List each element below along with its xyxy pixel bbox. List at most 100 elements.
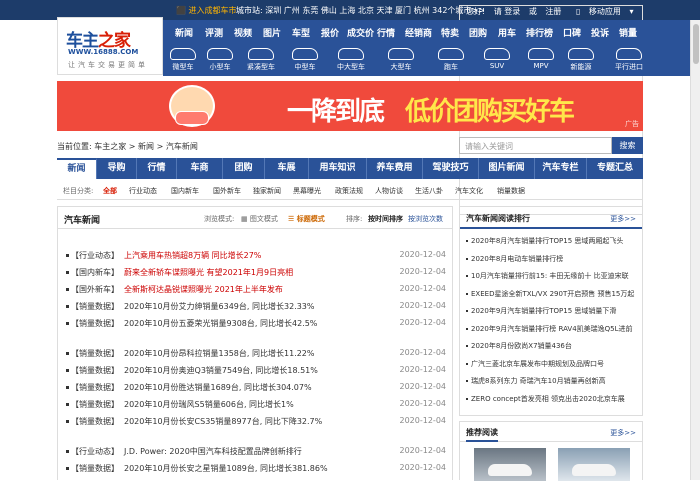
- news-item[interactable]: 【国外新车】 全新斯柯达晶锐谍照曝光 2021年上半年发布 2020-12-04: [66, 283, 446, 297]
- nav-group-buy[interactable]: 团购: [469, 26, 487, 39]
- news-item[interactable]: 【销量数据】 2020年10月份长安CS35销量8977台, 同比下降32.7% 2…: [66, 415, 446, 429]
- news-title-link[interactable]: 2020年10月份奥迪Q3销量7549台, 同比增长18.51%: [124, 365, 318, 376]
- recommend-image-1[interactable]: [474, 448, 546, 481]
- tab-dealers[interactable]: 车商: [177, 158, 223, 179]
- rank-item[interactable]: 2020年8月份欧尚X7销量436台: [466, 341, 638, 353]
- enter-city-link[interactable]: ⬛ 进入成都车市: [176, 5, 237, 16]
- mobile-app-link[interactable]: ▯ 移动应用 ▾: [570, 7, 634, 16]
- tab-topics[interactable]: 专题汇总: [587, 158, 643, 179]
- news-title-link[interactable]: 2020年10月份五菱荣光销量9308台, 同比增长42.5%: [124, 318, 317, 329]
- nav-models[interactable]: 车型: [292, 26, 310, 39]
- news-item[interactable]: 【销量数据】 2020年10月份长安之星销量1089台, 同比增长381.86% 2…: [66, 462, 446, 476]
- news-title-link[interactable]: 2020年10月份昂科拉销量1358台, 同比增长11.22%: [124, 348, 315, 359]
- sort-by-time[interactable]: 按时间排序: [368, 214, 403, 224]
- type-mini[interactable]: 微型车: [165, 48, 201, 72]
- news-item[interactable]: 【行业动态】 J.D. Power: 2020中国汽车科技配置品牌创新排行 2020…: [66, 445, 446, 459]
- rank-item[interactable]: 10月汽车销量排行前15: 丰田无缘前十 比亚迪宋联: [466, 271, 638, 283]
- news-tag[interactable]: 【国内新车】: [71, 267, 119, 278]
- breadcrumb-home[interactable]: 车主之家: [94, 142, 126, 151]
- nav-price[interactable]: 报价: [321, 26, 339, 39]
- filter-policy[interactable]: 政策法规: [335, 186, 363, 196]
- rank-more-link[interactable]: 更多>>: [610, 214, 636, 224]
- rank-item[interactable]: 2020年8月电动车销量排行榜: [466, 254, 638, 266]
- sort-by-views[interactable]: 按浏览次数: [408, 214, 443, 224]
- type-compact[interactable]: 紧凑型车: [243, 48, 279, 72]
- rank-item[interactable]: 2020年9月汽车销量排行TOP15 思域销量下滑: [466, 306, 638, 318]
- news-item[interactable]: 【销量数据】 2020年10月份胜达销量1689台, 同比增长304.07% 202…: [66, 381, 446, 395]
- tab-maintenance-cost[interactable]: 养车费用: [367, 158, 423, 179]
- type-mid-large[interactable]: 中大型车: [333, 48, 369, 72]
- news-item[interactable]: 【销量数据】 2020年10月份艾力绅销量6349台, 同比增长32.33% 202…: [66, 300, 446, 314]
- nav-news[interactable]: 新闻: [175, 26, 193, 39]
- rank-item[interactable]: 2020年8月汽车销量排行TOP15 思域两厢起飞头: [466, 236, 638, 248]
- nav-rankings[interactable]: 排行榜: [526, 26, 553, 39]
- news-title-link[interactable]: 2020年10月份胜达销量1689台, 同比增长304.07%: [124, 382, 312, 393]
- nav-pictures[interactable]: 图片: [263, 26, 281, 39]
- news-title-link[interactable]: 2020年10月份长安CS35销量8977台, 同比下降32.7%: [124, 416, 322, 427]
- news-tag[interactable]: 【国外新车】: [71, 284, 119, 295]
- mode-graphic-button[interactable]: ▦ 图文模式: [241, 214, 278, 224]
- tab-car-knowledge[interactable]: 用车知识: [309, 158, 367, 179]
- recommend-more-link[interactable]: 更多>>: [610, 428, 636, 438]
- tab-group-buy[interactable]: 团购: [223, 158, 265, 179]
- filter-interviews[interactable]: 人物访谈: [375, 186, 403, 196]
- tab-driving-skills[interactable]: 驾驶技巧: [423, 158, 479, 179]
- type-parallel-import[interactable]: 平行进口: [607, 48, 651, 72]
- type-new-energy[interactable]: 新能源: [563, 48, 599, 72]
- news-tag[interactable]: 【销量数据】: [71, 318, 119, 329]
- news-tag[interactable]: 【销量数据】: [71, 382, 119, 393]
- rank-item[interactable]: 广汽三菱北京车展发布中期规划及品牌口号: [466, 359, 638, 371]
- scrollbar-thumb[interactable]: [693, 24, 699, 64]
- news-item[interactable]: 【销量数据】 2020年10月份五菱荣光销量9308台, 同比增长42.5% 202…: [66, 317, 446, 331]
- type-midsize[interactable]: 中型车: [287, 48, 323, 72]
- recommend-image-2[interactable]: [558, 448, 630, 481]
- tab-auto-show[interactable]: 车展: [265, 158, 309, 179]
- site-logo[interactable]: 车主之家 WWW.16888.COM 让汽车交易更简单: [57, 17, 163, 75]
- news-item[interactable]: 【行业动态】 上汽乘用车热销超8万辆 同比增长27% 2020-12-04: [66, 249, 446, 263]
- type-mpv[interactable]: MPV: [523, 48, 559, 70]
- tab-market[interactable]: 行情: [137, 158, 177, 179]
- rank-item[interactable]: 瑞虎8系列东力 奇瑞汽车10月销量再创新高: [466, 376, 638, 388]
- filter-domestic[interactable]: 国内新车: [171, 186, 199, 196]
- nav-sales[interactable]: 销量: [619, 26, 637, 39]
- news-title-link[interactable]: 2020年10月份瑞风S5销量606台, 同比增长1%: [124, 399, 294, 410]
- news-title-link[interactable]: 2020年10月份长安之星销量1089台, 同比增长381.86%: [124, 463, 328, 474]
- tab-columns[interactable]: 汽车专栏: [535, 158, 587, 179]
- filter-foreign[interactable]: 国外新车: [213, 186, 241, 196]
- city-links[interactable]: 深圳 广州 东莞 佛山 上海 北京 天津 厦门 杭州: [265, 6, 429, 15]
- page-scrollbar[interactable]: [690, 20, 700, 480]
- nav-reputation[interactable]: 口碑: [563, 26, 581, 39]
- news-title-link[interactable]: 2020年10月份艾力绅销量6349台, 同比增长32.33%: [124, 301, 315, 312]
- news-title-link[interactable]: 上汽乘用车热销超8万辆 同比增长27%: [124, 250, 261, 261]
- search-button[interactable]: 搜索: [612, 137, 643, 154]
- nav-sale[interactable]: 特卖: [441, 26, 459, 39]
- news-tag[interactable]: 【销量数据】: [71, 365, 119, 376]
- nav-market[interactable]: 行情: [377, 26, 395, 39]
- promo-banner[interactable]: 一降到底 低价团购买好车 广告: [57, 81, 643, 131]
- filter-sales-data[interactable]: 销量数据: [497, 186, 525, 196]
- rank-item[interactable]: 2020年9月汽车销量排行榜 RAV4凯美瑞逸Q5L进前: [466, 324, 638, 336]
- tab-news[interactable]: 新闻: [57, 158, 97, 179]
- news-item[interactable]: 【国内新车】 蔚来全新轿车谍照曝光 有望2021年1月9日亮相 2020-12-04: [66, 266, 446, 280]
- news-item[interactable]: 【销量数据】 2020年10月份瑞风S5销量606台, 同比增长1% 2020-12…: [66, 398, 446, 412]
- news-title-link[interactable]: 蔚来全新轿车谍照曝光 有望2021年1月9日亮相: [124, 267, 293, 278]
- login-link[interactable]: 请 登录: [494, 7, 521, 16]
- type-large[interactable]: 大型车: [383, 48, 419, 72]
- filter-industry[interactable]: 行业动态: [129, 186, 157, 196]
- news-item[interactable]: 【销量数据】 2020年10月份昂科拉销量1358台, 同比增长11.22% 202…: [66, 347, 446, 361]
- mode-title-button[interactable]: ☰ 标题模式: [288, 214, 325, 224]
- filter-culture[interactable]: 汽车文化: [455, 186, 483, 196]
- rank-item[interactable]: ZERO concept首发亮相 领克出击2020北京车展: [466, 394, 638, 406]
- news-tag[interactable]: 【销量数据】: [71, 416, 119, 427]
- tab-guide[interactable]: 导购: [97, 158, 137, 179]
- breadcrumb-news[interactable]: 新闻: [138, 142, 154, 151]
- type-suv[interactable]: SUV: [479, 48, 515, 70]
- news-tag[interactable]: 【销量数据】: [71, 399, 119, 410]
- filter-all[interactable]: 全部: [103, 186, 117, 196]
- nav-video[interactable]: 视频: [234, 26, 252, 39]
- news-tag[interactable]: 【销量数据】: [71, 463, 119, 474]
- news-tag[interactable]: 【销量数据】: [71, 348, 119, 359]
- filter-gossip[interactable]: 生活八卦: [415, 186, 443, 196]
- news-title-link[interactable]: J.D. Power: 2020中国汽车科技配置品牌创新排行: [124, 446, 302, 457]
- register-link[interactable]: 注册: [545, 7, 561, 16]
